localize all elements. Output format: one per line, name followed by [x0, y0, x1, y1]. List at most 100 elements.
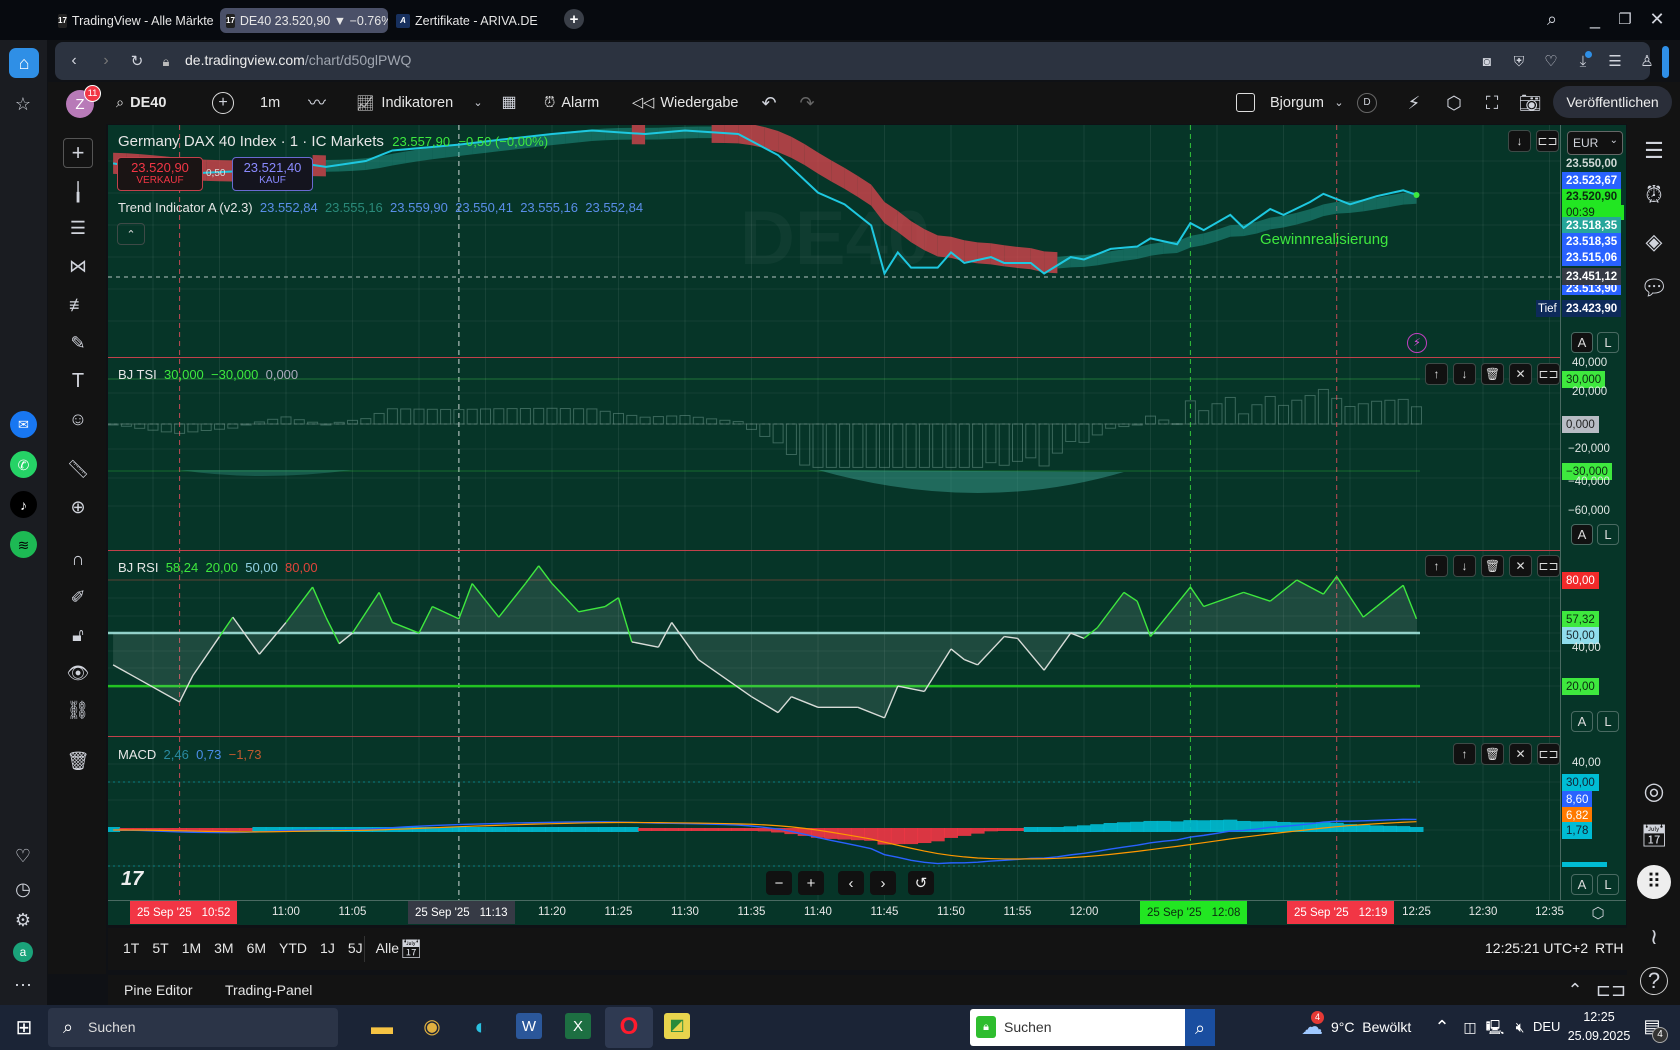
- d-badge[interactable]: D: [1357, 93, 1377, 113]
- home-icon[interactable]: ⌂: [9, 48, 39, 78]
- scroll-left-button[interactable]: ‹: [838, 871, 864, 895]
- publish-button[interactable]: Veröffentlichen: [1553, 86, 1672, 118]
- link-icon[interactable]: ⛓: [63, 695, 93, 725]
- log-scale-button[interactable]: L: [1597, 711, 1619, 732]
- axis-settings-icon[interactable]: ⬡: [1587, 902, 1609, 924]
- more-icon[interactable]: ⋯: [11, 973, 35, 997]
- move-up-button[interactable]: ↑: [1425, 363, 1448, 385]
- compare-add-icon[interactable]: +: [212, 92, 234, 114]
- move-up-button[interactable]: ↑: [1425, 555, 1448, 577]
- pane-separator[interactable]: [108, 357, 1626, 358]
- chat-icon[interactable]: 💬︎: [1640, 274, 1668, 302]
- collapse-pane-button[interactable]: ✕: [1509, 743, 1532, 765]
- messenger-icon[interactable]: ✉: [10, 411, 37, 438]
- volume-muted-icon[interactable]: 🔇︎: [1510, 1017, 1530, 1037]
- time-axis[interactable]: [108, 900, 1626, 925]
- macd-legend[interactable]: MACD 2,46 0,73 −1,73: [118, 747, 262, 762]
- minimize-button[interactable]: _: [1584, 8, 1606, 30]
- fullscreen-icon[interactable]: ⛶: [1481, 92, 1503, 114]
- opera-taskbar-active[interactable]: O: [605, 1007, 653, 1048]
- maximize-pane-button[interactable]: ⊏⊐: [1537, 743, 1560, 765]
- star-icon[interactable]: ☆: [11, 92, 35, 116]
- delete-pane-button[interactable]: 🗑︎: [1481, 363, 1504, 385]
- zoom-in-button[interactable]: +: [798, 871, 824, 895]
- range-5j[interactable]: 5J: [348, 940, 363, 956]
- eye-icon[interactable]: 👁︎: [63, 658, 93, 688]
- tab-ariva[interactable]: A Zertifikate - ARIVA.DE: [390, 8, 550, 33]
- maximize-pane-button[interactable]: ⊏⊐: [1537, 363, 1560, 385]
- range-1t[interactable]: 1T: [123, 940, 139, 956]
- maximize-pane-button[interactable]: ⊏⊐: [1536, 130, 1559, 152]
- tradingview-logo[interactable]: 17: [121, 868, 143, 891]
- spotify-icon[interactable]: ≋: [10, 531, 37, 558]
- scroll-right-button[interactable]: ›: [870, 871, 896, 895]
- tiktok-icon[interactable]: ♪: [10, 491, 37, 518]
- collapse-legend-button[interactable]: ⌃: [117, 223, 145, 245]
- replay-button[interactable]: ◁◁ Wiedergabe: [632, 82, 739, 124]
- sidebar-toggle[interactable]: [1662, 46, 1669, 78]
- lightning-event-icon[interactable]: ⚡︎: [1407, 333, 1427, 353]
- delete-pane-button[interactable]: 🗑︎: [1481, 743, 1504, 765]
- chevron-down-icon[interactable]: ⌄: [1332, 92, 1346, 114]
- auto-scale-button[interactable]: A: [1571, 524, 1593, 545]
- alerts-clock-icon[interactable]: ⏰︎: [1640, 181, 1668, 209]
- reset-chart-button[interactable]: ↺: [908, 871, 934, 895]
- adblock-icon[interactable]: ⛨: [1508, 50, 1530, 72]
- forecast-icon[interactable]: ≢: [63, 290, 93, 320]
- windows-start-icon[interactable]: ⊞: [12, 1016, 36, 1040]
- move-up-button[interactable]: ↑: [1453, 743, 1476, 765]
- range-5t[interactable]: 5T: [152, 940, 168, 956]
- weather-widget[interactable]: 9°C Bewölkt: [1331, 1019, 1411, 1035]
- range-3m[interactable]: 3M: [214, 940, 233, 956]
- log-scale-button[interactable]: L: [1597, 874, 1619, 895]
- log-scale-button[interactable]: L: [1597, 524, 1619, 545]
- edge-icon[interactable]: ◐: [467, 1013, 495, 1041]
- maximize-pane-button[interactable]: ⊏⊐: [1537, 555, 1560, 577]
- pane-separator[interactable]: [108, 550, 1626, 551]
- buy-button[interactable]: 23.521,40 KAUF: [232, 157, 313, 191]
- undo-icon[interactable]: ↶: [758, 92, 780, 114]
- word-icon[interactable]: W: [516, 1013, 542, 1039]
- tab-de40[interactable]: 17 DE40 23.520,90 ▼ −0.76%: [220, 8, 388, 33]
- snapshot-icon[interactable]: ◙: [1476, 50, 1498, 72]
- auto-scale-button[interactable]: A: [1571, 332, 1593, 353]
- close-window-button[interactable]: ✕: [1646, 8, 1668, 30]
- calendar-icon[interactable]: 📅︎: [1640, 822, 1668, 850]
- aria-icon[interactable]: a: [13, 942, 33, 962]
- auto-scale-button[interactable]: A: [1571, 711, 1593, 732]
- maximize-panel-icon[interactable]: ⊏⊐: [1596, 979, 1626, 1001]
- whatsapp-icon[interactable]: ✆: [10, 451, 37, 478]
- main-pane-legend[interactable]: Germany DAX 40 Index · 1 · IC Markets 23…: [118, 133, 548, 150]
- alarm-button[interactable]: ⏰︎ Alarm: [544, 82, 599, 124]
- delete-pane-button[interactable]: 🗑︎: [1481, 555, 1504, 577]
- trend-indicator-legend[interactable]: Trend Indicator A (v2.3) 23.552,84 23.55…: [118, 200, 643, 215]
- rsi-legend[interactable]: BJ RSI 58,24 20,00 50,00 80,00: [118, 560, 318, 575]
- log-scale-button[interactable]: L: [1597, 332, 1619, 353]
- clock-timezone[interactable]: 12:25:21 UTC+2: [1485, 940, 1588, 956]
- chevron-down-icon[interactable]: ⌄: [470, 92, 486, 114]
- auto-scale-button[interactable]: A: [1571, 874, 1593, 895]
- back-button[interactable]: ‹: [63, 50, 85, 72]
- restore-button[interactable]: ❐: [1614, 8, 1636, 30]
- layers-icon[interactable]: ◈: [1640, 228, 1668, 256]
- taskbar-search[interactable]: ⌕ Suchen: [48, 1008, 338, 1047]
- trash-icon[interactable]: 🗑︎: [63, 746, 93, 776]
- settings-icon[interactable]: ⚙: [11, 908, 35, 932]
- interval-button[interactable]: 1m: [260, 82, 280, 124]
- magnet-icon[interactable]: ∩: [63, 544, 93, 574]
- move-down-button[interactable]: ↓: [1453, 363, 1476, 385]
- web-search-box[interactable]: 🔒︎ Suchen ⌕: [970, 1009, 1215, 1046]
- tab-trading-panel[interactable]: Trading-Panel: [225, 982, 312, 998]
- collapse-pane-button[interactable]: ✕: [1509, 555, 1532, 577]
- forward-button[interactable]: ›: [95, 50, 117, 72]
- profile-icon[interactable]: ♙: [1636, 50, 1658, 72]
- text-icon[interactable]: T: [63, 366, 93, 396]
- network-icon[interactable]: 🖳︎: [1485, 1017, 1505, 1037]
- range-1j[interactable]: 1J: [320, 940, 335, 956]
- easy-setup-icon[interactable]: ☰: [1604, 50, 1626, 72]
- tsi-legend[interactable]: BJ TSI 30,000 −30,000 0,000: [118, 367, 298, 382]
- brush-icon[interactable]: ✎: [63, 328, 93, 358]
- settings-hexagon-icon[interactable]: ⬡: [1443, 92, 1465, 114]
- goto-date-calendar-icon[interactable]: 📅︎: [400, 938, 423, 960]
- fib-lines-icon[interactable]: ☰: [63, 213, 93, 243]
